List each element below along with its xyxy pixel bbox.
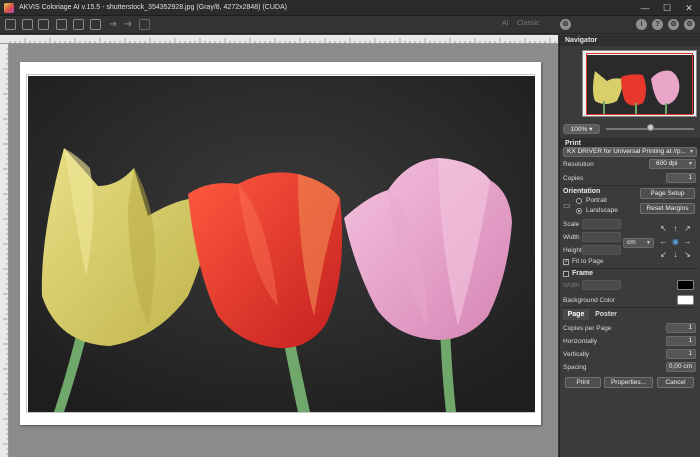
tab-page[interactable]: Page [563,309,589,320]
vertically-input[interactable]: 1 [666,349,696,359]
run-icon[interactable] [139,19,150,30]
maximize-icon[interactable]: ☐ [656,0,678,16]
scale-input[interactable] [582,219,621,229]
horizontal-ruler [0,35,558,44]
landscape-label: Landscape [586,207,618,214]
resolution-dropdown[interactable]: 600 dpi ▾ [649,159,696,169]
divider [562,307,699,308]
zoom-dropdown[interactable]: 100% ▾ [563,124,600,134]
spacing-label: Spacing [563,364,587,371]
copies-per-page-label: Copies per Page [563,325,612,332]
horizontally-input[interactable]: 1 [666,336,696,346]
reset-margins-button[interactable]: Reset Margins [640,203,695,214]
align-top-right-icon[interactable]: ↗ [683,224,692,233]
align-bottom-left-icon[interactable]: ↙ [659,250,668,259]
redo-icon[interactable]: ➜ [124,18,132,31]
print-title: Print [565,140,581,147]
info-icon[interactable]: i [636,19,647,30]
align-left-icon[interactable]: ← [659,237,668,246]
minimize-icon[interactable]: — [634,0,656,16]
help-icon[interactable]: ? [652,19,663,30]
mode-classic-label[interactable]: Classic [517,20,540,27]
background-color-label: Background Color [563,297,616,304]
fit-to-page-label: Fit to Page [572,258,604,265]
background-color-swatch[interactable] [677,295,694,305]
export-icon[interactable] [90,19,101,30]
orientation-label: Orientation [563,188,601,195]
share-icon[interactable] [73,19,84,30]
frame-label: Frame [572,270,594,277]
fit-to-page-checkbox[interactable] [563,258,569,265]
frame-color-swatch[interactable] [677,280,694,290]
window-title: AKVIS Coloriage AI v.15.5 - shutterstock… [19,4,287,11]
tab-poster[interactable]: Poster [591,309,621,320]
frame-width-input[interactable] [582,280,621,290]
undo-icon[interactable]: ➜ [109,18,117,31]
divider [562,185,699,186]
preferences-icon[interactable]: ⚙ [668,19,679,30]
close-icon[interactable]: ✕ [678,0,700,16]
frame-checkbox[interactable] [563,271,569,277]
navigator-title: Navigator [565,37,598,44]
landscape-radio[interactable] [576,208,582,214]
open-image-icon[interactable] [5,19,16,30]
height-input[interactable] [582,245,621,255]
app-logo-icon [4,2,14,13]
zoom-slider-thumb[interactable] [647,124,654,131]
copies-per-page-input[interactable]: 1 [666,323,696,333]
title-bar: AKVIS Coloriage AI v.15.5 - shutterstock… [0,0,700,16]
portrait-label: Portrait [586,197,607,204]
properties-button[interactable]: Properties... [604,377,653,388]
portrait-radio[interactable] [576,198,582,204]
vertically-label: Vertically [563,351,590,358]
navigator-header: Navigator [560,35,700,46]
align-bottom-right-icon[interactable]: ↘ [683,250,692,259]
resolution-label: Resolution [563,161,594,168]
align-right-icon[interactable]: → [683,237,692,246]
horizontally-label: Horizontally [563,338,597,345]
unit-dropdown[interactable]: cm ▾ [623,238,654,248]
window-controls: — ☐ ✕ [634,0,700,16]
align-center-icon[interactable]: ◉ [671,237,680,246]
width-label: Width [563,234,580,241]
height-label: Height [563,247,582,254]
scale-label: Scale [563,221,580,228]
printer-dropdown[interactable]: KX DRIVER for Universal Printing at //p.… [563,147,697,157]
print-icon[interactable] [38,19,49,30]
settings-panel: Navigator 100% ▾ Print KX DRIVER for Uni… [559,35,700,457]
frame-width-label: Width [563,282,580,289]
align-top-icon[interactable]: ↑ [671,224,680,233]
align-bottom-icon[interactable]: ↓ [671,250,680,259]
copies-label: Copies [563,175,584,182]
save-icon[interactable] [22,19,33,30]
print-button[interactable]: Print [565,377,601,388]
width-input[interactable] [582,232,621,242]
settings-gear-icon[interactable]: ⚙ [560,19,571,30]
cancel-button[interactable]: Cancel [657,377,694,388]
mode-ai-label[interactable]: AI [502,20,509,27]
vertical-ruler [0,44,9,457]
more-settings-icon[interactable]: ⚙ [684,19,695,30]
navigator-viewport-frame[interactable] [586,53,693,115]
page-setup-button[interactable]: Page Setup [640,188,695,199]
align-top-left-icon[interactable]: ↖ [659,224,668,233]
spacing-input[interactable]: 0,00 cm [666,362,696,372]
divider [562,268,699,269]
tulips-photo [28,76,535,412]
orientation-page-icon: ▭ [563,201,571,210]
copies-input[interactable]: 1 [666,173,696,183]
toolbar: ➜ ➜ AI Classic ⚙ i ? ⚙ ⚙ [0,16,700,34]
batch-icon[interactable] [56,19,67,30]
